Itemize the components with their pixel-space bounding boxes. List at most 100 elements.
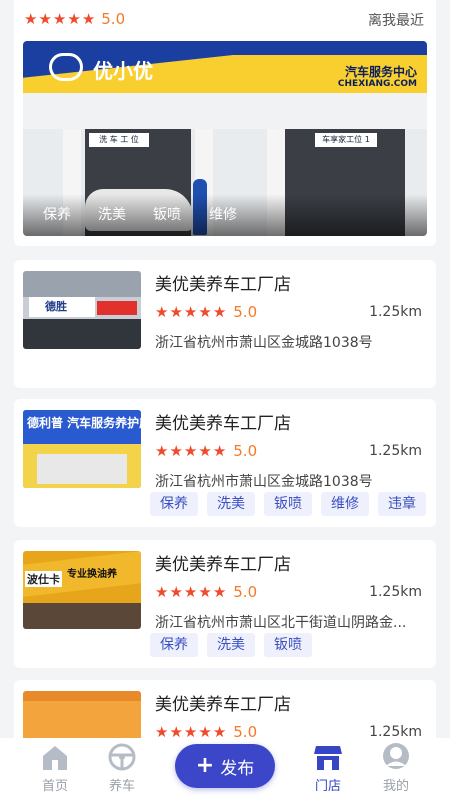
service-tag[interactable]: 洗美	[207, 492, 255, 516]
rating-score: 5.0	[233, 303, 258, 321]
bottom-tab-bar: 首页 养车 + 发布 门店 我的	[0, 738, 450, 800]
plus-icon: +	[195, 753, 215, 778]
store-card[interactable]: 波仕卡 专业换油养 美优美养车工厂店 ★ ★ ★ ★ ★ 5.0 1.25km 浙江省杭…	[14, 540, 436, 668]
tab-car[interactable]: 养车	[92, 742, 152, 798]
star-icon: ★	[81, 9, 96, 28]
storefront-sign: 优小优 汽车服务中心 CHEXIANG.COM	[23, 41, 427, 93]
tab-label: 我的	[382, 779, 409, 794]
featured-rating: ★ ★ ★ ★ ★ 5.0	[24, 10, 125, 28]
store-address: 浙江省杭州市萧山区金城路1038号	[155, 335, 373, 351]
star-rating: ★ ★ ★ ★ ★	[155, 302, 227, 321]
store-card[interactable]: 美优美养车工厂店 ★ ★ ★ ★ ★ 5.0 1.25km	[14, 680, 436, 738]
star-icon: ★	[67, 9, 81, 28]
service-tag: 维修	[209, 207, 237, 223]
star-rating: ★ ★ ★ ★ ★	[155, 722, 227, 738]
store-rating: ★ ★ ★ ★ ★ 5.0	[155, 442, 257, 460]
star-icon: ★	[169, 722, 183, 738]
star-icon: ★	[52, 9, 67, 28]
service-tag[interactable]: 保养	[150, 633, 198, 657]
star-icon: ★	[212, 582, 227, 601]
rating-score: 5.0	[233, 583, 258, 601]
service-tag[interactable]: 保养	[150, 492, 198, 516]
service-tag[interactable]: 钣喷	[264, 492, 312, 516]
tab-label: 养车	[108, 779, 135, 794]
star-icon: ★	[212, 302, 227, 321]
service-tags: 保养 洗美 钣喷	[150, 633, 312, 657]
store-thumbnail	[23, 691, 141, 738]
star-rating: ★ ★ ★ ★ ★	[155, 582, 227, 601]
store-photo[interactable]: 优小优 汽车服务中心 CHEXIANG.COM 洗 车 工 位 车享家工位 1 …	[23, 41, 427, 236]
store-rating: ★ ★ ★ ★ ★ 5.0	[155, 583, 257, 601]
star-icon: ★	[155, 582, 169, 601]
star-icon: ★	[169, 582, 183, 601]
star-icon: ★	[183, 441, 198, 460]
store-card[interactable]: 德利普 汽车服务养护店 美优美养车工厂店 ★ ★ ★ ★ ★ 5.0 1.25km 浙江…	[14, 399, 436, 527]
publish-button[interactable]: + 发布	[175, 744, 275, 788]
tab-mine[interactable]: 我的	[366, 742, 426, 798]
store-rating: ★ ★ ★ ★ ★ 5.0	[155, 723, 257, 738]
store-rating: ★ ★ ★ ★ ★ 5.0	[155, 303, 257, 321]
star-icon: ★	[212, 722, 227, 738]
service-tag[interactable]: 维修	[321, 492, 369, 516]
rating-score: 5.0	[233, 442, 258, 460]
star-icon: ★	[169, 302, 183, 321]
steering-wheel-icon	[108, 743, 136, 771]
profile-icon	[383, 743, 409, 769]
brand-name: 优小优	[93, 59, 153, 83]
store-address: 浙江省杭州市萧山区金城路1038号	[155, 474, 373, 490]
star-rating: ★ ★ ★ ★ ★	[155, 441, 227, 460]
tab-label: 首页	[41, 779, 68, 794]
star-icon: ★	[24, 9, 38, 28]
star-icon: ★	[198, 582, 212, 601]
store-distance: 1.25km	[369, 304, 422, 320]
publish-label: 发布	[220, 758, 255, 779]
rating-score: 5.0	[233, 723, 258, 738]
store-icon	[314, 746, 342, 770]
store-address: 浙江省杭州市萧山区北干街道山阴路金...	[155, 615, 407, 631]
service-tags: 保养 洗美 钣喷 维修 违章	[150, 492, 426, 516]
store-distance: 1.25km	[369, 724, 422, 738]
store-thumbnail: 德胜	[23, 271, 141, 349]
store-feed[interactable]: ★ ★ ★ ★ ★ 5.0 离我最近 优小优 汽车服务中心 CHEXIANG.COM 洗…	[0, 0, 450, 738]
store-thumbnail: 波仕卡 专业换油养	[23, 551, 141, 629]
bay-sign: 洗 车 工 位	[89, 133, 149, 147]
store-card[interactable]: 德胜 美优美养车工厂店 ★ ★ ★ ★ ★ 5.0 1.25km 浙江省杭州市萧山区金城…	[14, 260, 436, 388]
star-icon: ★	[212, 441, 227, 460]
tab-stores[interactable]: 门店	[298, 742, 358, 798]
store-name: 美优美养车工厂店	[155, 555, 291, 575]
star-icon: ★	[183, 302, 198, 321]
home-icon	[43, 746, 67, 770]
store-name: 美优美养车工厂店	[155, 414, 291, 434]
service-tag: 洗美	[98, 207, 126, 223]
store-name: 美优美养车工厂店	[155, 275, 291, 295]
service-tag[interactable]: 违章	[378, 492, 426, 516]
service-tags-overlay: 保养 洗美 钣喷 维修	[23, 194, 427, 236]
star-icon: ★	[38, 9, 52, 28]
star-icon: ★	[155, 722, 169, 738]
store-distance: 1.25km	[369, 443, 422, 459]
tab-label: 门店	[314, 779, 341, 794]
service-tag[interactable]: 钣喷	[264, 633, 312, 657]
rating-score: 5.0	[101, 10, 126, 28]
featured-store-card[interactable]: ★ ★ ★ ★ ★ 5.0 离我最近 优小优 汽车服务中心 CHEXIANG.COM 洗…	[14, 0, 436, 246]
star-icon: ★	[169, 441, 183, 460]
store-thumbnail: 德利普 汽车服务养护店	[23, 410, 141, 488]
service-tag: 保养	[43, 207, 71, 223]
star-icon: ★	[155, 302, 169, 321]
star-icon: ★	[183, 582, 198, 601]
brand-logo-icon	[49, 53, 83, 81]
bay-sign: 车享家工位 1	[315, 133, 377, 147]
store-name: 美优美养车工厂店	[155, 695, 291, 715]
service-center-text: 汽车服务中心	[344, 65, 417, 79]
star-icon: ★	[198, 302, 212, 321]
star-rating: ★ ★ ★ ★ ★	[24, 9, 96, 28]
store-distance: 1.25km	[369, 584, 422, 600]
domain-text: CHEXIANG.COM	[337, 79, 417, 89]
star-icon: ★	[198, 722, 212, 738]
tab-home[interactable]: 首页	[25, 742, 85, 798]
star-icon: ★	[198, 441, 212, 460]
service-tag[interactable]: 洗美	[207, 633, 255, 657]
service-tag: 钣喷	[153, 207, 181, 223]
star-icon: ★	[155, 441, 169, 460]
nearest-label: 离我最近	[368, 13, 424, 29]
